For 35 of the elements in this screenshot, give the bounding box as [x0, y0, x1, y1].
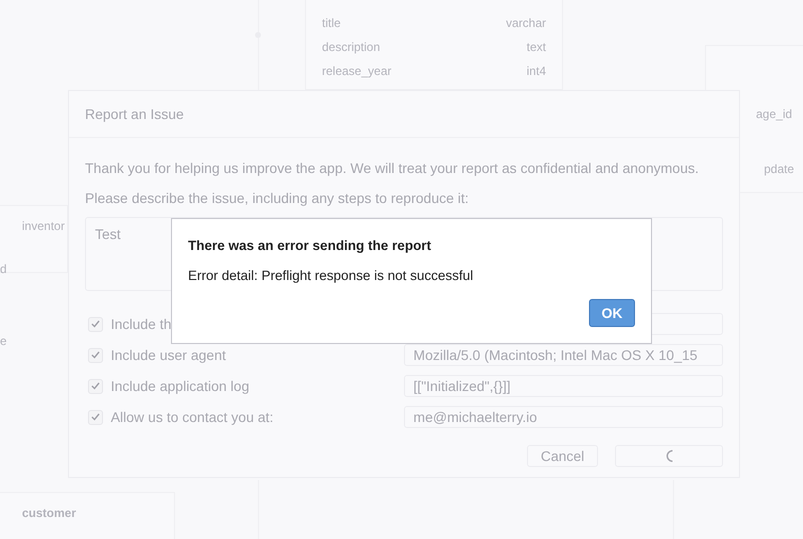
input-field[interactable]: me@michaelterry.io [404, 406, 723, 428]
option-label: Include user agent [110, 347, 227, 363]
checkmark-icon [90, 351, 100, 359]
table-label: d [0, 262, 7, 276]
table-label: inventor [22, 219, 65, 233]
column-name: description [322, 40, 380, 54]
column-type: varchar [506, 16, 546, 30]
input-field[interactable]: [["Initialized",{}]] [404, 375, 723, 397]
checkmark-icon [90, 413, 100, 421]
ok-button[interactable]: OK [589, 299, 635, 327]
column-name: release_year [322, 64, 392, 78]
input-field[interactable]: Mozilla/5.0 (Macintosh; Intel Mac OS X 10_15 [404, 344, 723, 366]
checkbox[interactable] [88, 378, 103, 394]
error-title: There was an error sending the report [188, 237, 432, 255]
table-title: customer [22, 506, 76, 520]
intro-text: Thank you for helping us improve the app. We will treat your report as confidential and anonymous. [85, 159, 700, 178]
checkmark-icon [90, 382, 100, 390]
dialog-title: Report an Issue [85, 106, 184, 122]
checkbox[interactable] [88, 316, 103, 332]
checkbox[interactable] [88, 410, 103, 424]
column-type: int4 [526, 64, 546, 78]
checkbox[interactable] [88, 348, 103, 362]
column-type: text [526, 40, 546, 54]
prompt-text: Please describe the issue, including any steps to reproduce it: [85, 189, 470, 208]
error-detail: Error detail: Preflight response is not successful [188, 267, 474, 285]
column-name: age_id [756, 107, 792, 121]
table-label: e [0, 334, 7, 348]
checkmark-icon [90, 320, 100, 328]
column-name: title [322, 16, 341, 30]
column-name: pdate [764, 162, 794, 176]
option-label: Include th [110, 316, 172, 332]
option-label: Allow us to contact you at: [110, 409, 274, 425]
spinner-icon [666, 450, 672, 462]
option-label: Include application log [110, 378, 250, 394]
cancel-button[interactable]: Cancel [527, 445, 598, 467]
